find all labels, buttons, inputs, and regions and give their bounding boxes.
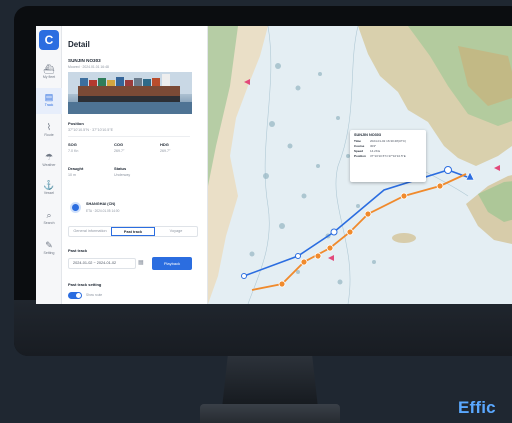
cog-label: COG xyxy=(114,142,124,147)
divider xyxy=(68,136,190,137)
popup-title: SUNJIN NO303 xyxy=(354,133,382,137)
vessel-popup: SUNJIN NO303 Time 2024-01-02 16:30:48(UTC… xyxy=(350,130,426,182)
past-track-setting-label: Past track setting xyxy=(68,282,102,287)
nav-item-vessel[interactable]: ⚓ Vessel xyxy=(36,176,62,202)
calendar-icon[interactable]: ▦ xyxy=(138,259,144,266)
ship-photo-drawing xyxy=(68,72,192,114)
popup-row-position: Position 37°10'10.5"N 37°10'10.5"E xyxy=(354,154,406,158)
ship-photo xyxy=(68,72,192,114)
island-jeju xyxy=(392,233,416,243)
show-route-toggle[interactable] xyxy=(68,292,82,299)
detail-tabs: General information Past track Voyage xyxy=(68,226,198,237)
cog-value: 269.7° xyxy=(114,149,125,153)
show-route-label: Show route xyxy=(86,293,103,297)
monitor-neck xyxy=(222,356,318,408)
weather-icon: ☂ xyxy=(44,152,54,162)
nav-item-route[interactable]: ⌇ Route xyxy=(36,118,62,144)
nav-item-weather[interactable]: ☂ Weather xyxy=(36,148,62,174)
ship-status-sub: Moored · 2024.01.01 16:48 xyxy=(68,65,109,69)
page-title: Detail xyxy=(68,40,90,49)
nav-item-track[interactable]: ▤ Track xyxy=(36,88,62,114)
footer-heading: Effic xyxy=(458,398,496,417)
track-icon: ▤ xyxy=(44,92,54,102)
nav-item-search[interactable]: ⌕ Search xyxy=(36,206,62,232)
sog-label: SOG xyxy=(68,142,77,147)
date-range-input[interactable]: 2024-01-02 ~ 2024-01-02 xyxy=(68,258,136,269)
position-value: 37°10'10.5"N · 37°10'10.5"E xyxy=(68,128,113,132)
past-track-label: Past track xyxy=(68,248,88,253)
draught-value: 10 m xyxy=(68,173,76,177)
route-icon: ⌇ xyxy=(46,122,52,132)
search-icon: ⌕ xyxy=(46,210,52,220)
ship-icon: ⛴ xyxy=(43,64,55,74)
nav-rail: C ⛴ My fleet ▤ Track ⌇ Route ☂ Weather ⚓… xyxy=(36,26,62,304)
hdg-value: 269.7° xyxy=(160,149,171,153)
detail-panel: Detail SUNJIN NO303 Moored · 2024.01.01 … xyxy=(62,26,208,304)
tab-past-track[interactable]: Past track xyxy=(111,227,155,236)
status-value: Underway xyxy=(114,173,131,177)
position-label: Position xyxy=(68,121,84,126)
tab-voyage[interactable]: Voyage xyxy=(155,227,197,236)
port-name: SHANGHAI (CN) xyxy=(86,202,116,206)
monitor-stand xyxy=(200,404,340,423)
port-eta: ETA · 2024.01.05 14:00 xyxy=(86,209,120,213)
sog-value: 7.0 Kn xyxy=(68,149,79,153)
wrench-icon: ✎ xyxy=(45,240,53,250)
hdg-label: HDG xyxy=(160,142,169,147)
app-screen: C ⛴ My fleet ▤ Track ⌇ Route ☂ Weather ⚓… xyxy=(36,26,512,304)
nav-item-my-fleet[interactable]: ⛴ My fleet xyxy=(36,60,62,86)
tab-general-information[interactable]: General information xyxy=(69,227,111,236)
nav-item-setting[interactable]: ✎ Setting xyxy=(36,236,62,262)
port-icon xyxy=(70,202,81,213)
app-logo[interactable]: C xyxy=(39,30,59,50)
monitor-chin xyxy=(14,300,512,356)
playback-button[interactable]: Playback xyxy=(152,257,192,270)
ship-name: SUNJIN NO303 xyxy=(68,58,101,63)
status-label: Status xyxy=(114,166,127,171)
vessel-icon: ⚓ xyxy=(43,180,55,190)
draught-label: Draught xyxy=(68,166,84,171)
map-view[interactable]: SUNJIN NO303 Time 2024-01-02 16:30:48(UTC… xyxy=(208,26,512,304)
